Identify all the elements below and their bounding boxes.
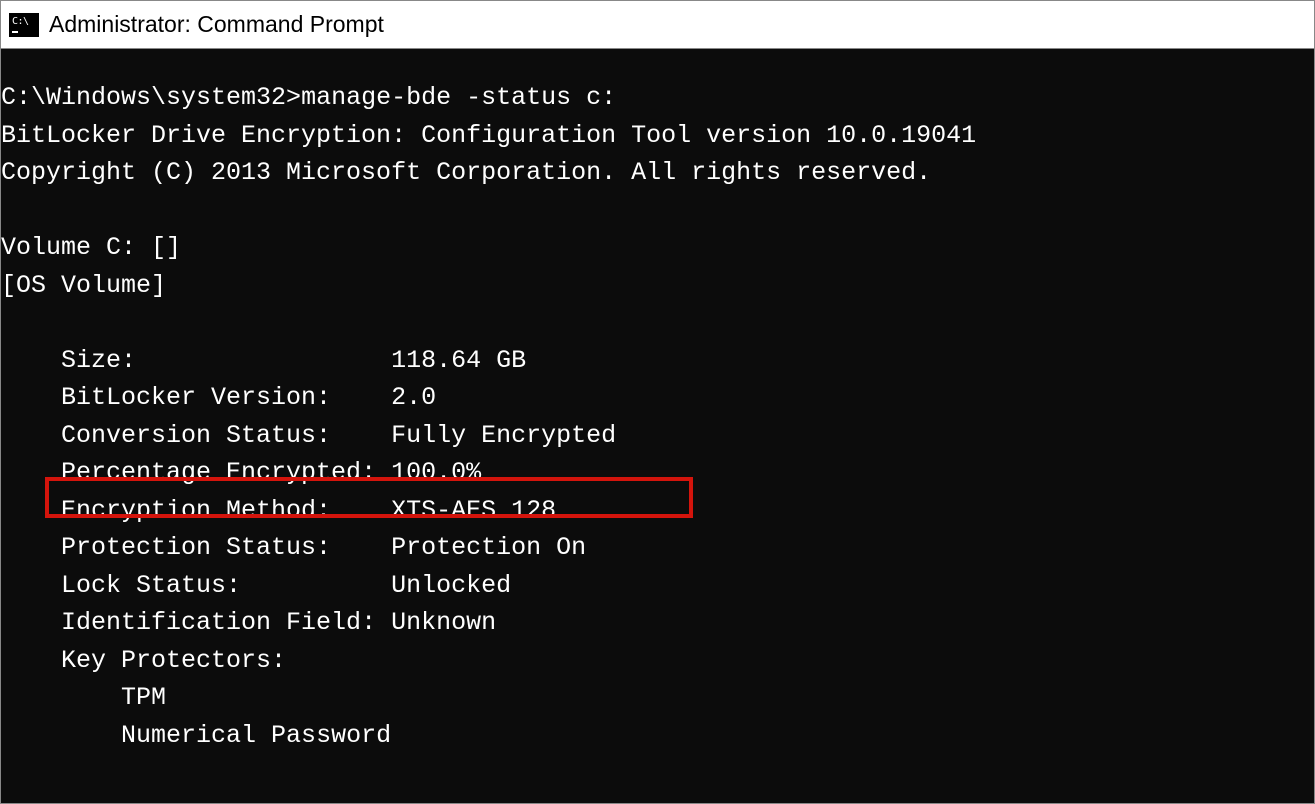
field-row: Conversion Status: Fully Encrypted bbox=[1, 421, 616, 450]
field-label: Size: bbox=[61, 346, 136, 375]
field-row: Lock Status: Unlocked bbox=[1, 571, 511, 600]
field-value: 2.0 bbox=[391, 383, 436, 412]
field-label: BitLocker Version: bbox=[61, 383, 331, 412]
field-label: Protection Status: bbox=[61, 533, 331, 562]
field-row: Identification Field: Unknown bbox=[1, 608, 496, 637]
volume-type: [OS Volume] bbox=[1, 271, 166, 300]
field-label: Encryption Method: bbox=[61, 496, 331, 525]
field-label: Conversion Status: bbox=[61, 421, 331, 450]
field-value: XTS-AES 128 bbox=[391, 496, 556, 525]
terminal-output[interactable]: C:\Windows\system32>manage-bde -status c… bbox=[1, 49, 1314, 803]
field-row: Percentage Encrypted: 100.0% bbox=[1, 458, 481, 487]
field-row: Encryption Method: XTS-AES 128 bbox=[1, 496, 556, 525]
field-label: Lock Status: bbox=[61, 571, 241, 600]
field-value: Protection On bbox=[391, 533, 586, 562]
volume-line: Volume C: [] bbox=[1, 233, 181, 262]
titlebar[interactable]: Administrator: Command Prompt bbox=[1, 1, 1314, 49]
command: manage-bde -status c: bbox=[301, 83, 616, 112]
field-row: BitLocker Version: 2.0 bbox=[1, 383, 436, 412]
field-row: Size: 118.64 GB bbox=[1, 346, 526, 375]
field-value: Unknown bbox=[391, 608, 496, 637]
field-row: Key Protectors: bbox=[1, 646, 286, 675]
field-value: 118.64 GB bbox=[391, 346, 526, 375]
field-label: Identification Field: bbox=[61, 608, 376, 637]
key-protector: Numerical Password bbox=[1, 721, 391, 750]
field-value: 100.0% bbox=[391, 458, 481, 487]
header-line: BitLocker Drive Encryption: Configuratio… bbox=[1, 121, 976, 150]
field-row: Protection Status: Protection On bbox=[1, 533, 586, 562]
field-label: Percentage Encrypted: bbox=[61, 458, 376, 487]
window-title: Administrator: Command Prompt bbox=[49, 11, 384, 38]
field-value: Unlocked bbox=[391, 571, 511, 600]
header-line: Copyright (C) 2013 Microsoft Corporation… bbox=[1, 158, 931, 187]
cmd-icon bbox=[9, 13, 39, 37]
prompt: C:\Windows\system32> bbox=[1, 83, 301, 112]
key-protector: TPM bbox=[1, 683, 166, 712]
field-label: Key Protectors: bbox=[61, 646, 286, 675]
field-value: Fully Encrypted bbox=[391, 421, 616, 450]
